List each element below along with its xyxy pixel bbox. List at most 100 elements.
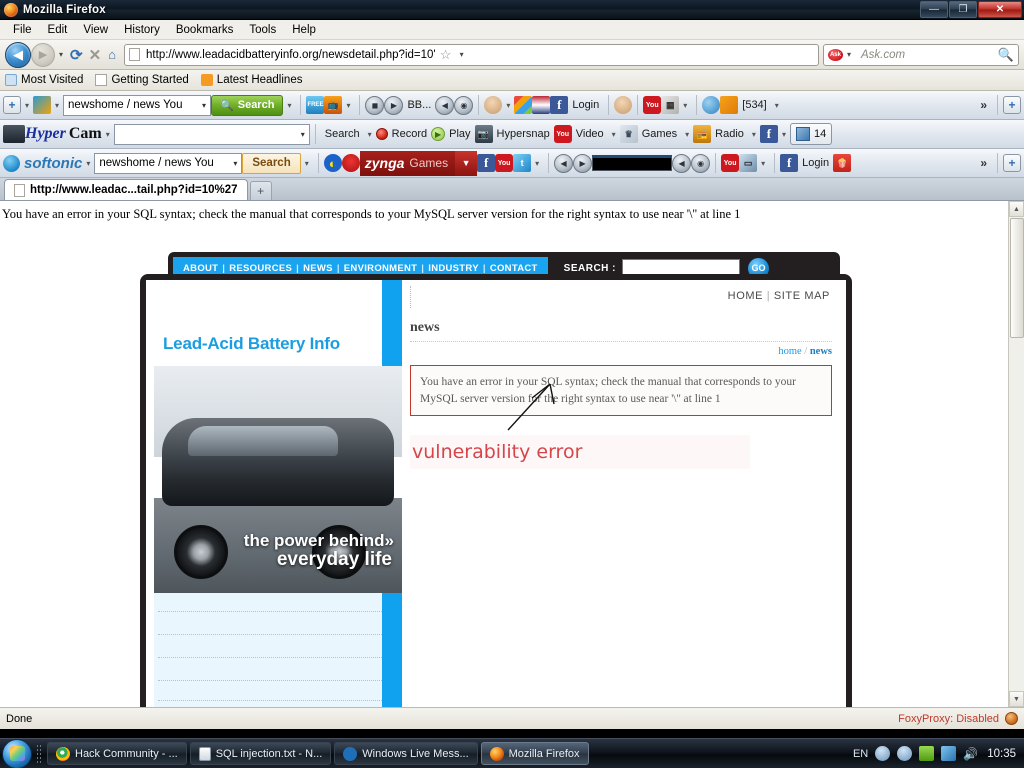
facebook-icon[interactable]: f xyxy=(780,154,799,172)
nav-item-environment[interactable]: ENVIRONMENT xyxy=(344,263,418,274)
toolbar1-search-combo[interactable]: newshome / news You ▾ xyxy=(63,94,212,116)
facebook-icon[interactable]: f xyxy=(477,154,496,172)
language-indicator[interactable]: EN xyxy=(853,748,868,760)
forward-button[interactable]: ▶ xyxy=(31,42,55,67)
chevron-down-icon[interactable]: ▾ xyxy=(346,101,350,110)
chevron-down-icon[interactable]: ▾ xyxy=(305,159,309,168)
youtube-icon[interactable]: You xyxy=(643,96,662,114)
chevron-down-icon[interactable]: ▾ xyxy=(106,130,110,139)
youtube-icon[interactable]: You xyxy=(495,154,514,172)
user-offline-icon[interactable] xyxy=(875,746,891,761)
network-icon[interactable] xyxy=(941,746,957,761)
minimize-button[interactable]: — xyxy=(920,0,948,18)
chevron-down-icon[interactable]: ▾ xyxy=(287,101,291,110)
tv-video-icon[interactable]: ▭ xyxy=(739,154,758,172)
battery-icon[interactable] xyxy=(919,746,935,761)
site-logo[interactable]: Lead-Acid Battery Info xyxy=(163,334,340,354)
toolbar1-search-button[interactable]: 🔍 Search xyxy=(211,94,284,116)
menu-history[interactable]: History xyxy=(117,22,169,38)
twitter-icon[interactable]: t xyxy=(513,154,532,172)
scroll-up-arrow-icon[interactable]: ▲ xyxy=(1009,201,1024,217)
taskbar-item-windows-live-messenger[interactable]: Windows Live Mess... xyxy=(334,742,478,765)
parrot-icon[interactable] xyxy=(33,96,52,114)
foxyproxy-icon[interactable] xyxy=(1005,712,1018,725)
hypersnap-label[interactable]: Hypersnap xyxy=(493,128,554,140)
people-icon[interactable] xyxy=(702,96,721,114)
menu-bookmarks[interactable]: Bookmarks xyxy=(169,22,243,38)
home-icon[interactable]: ⌂ xyxy=(104,47,120,62)
chevron-down-icon[interactable]: ▾ xyxy=(506,101,510,110)
chevron-down-icon[interactable]: ▾ xyxy=(782,130,786,139)
media-prev-icon[interactable]: ◼ xyxy=(365,95,385,115)
toolbar1-plus-button[interactable]: + xyxy=(1003,96,1021,114)
search-icon[interactable]: 🔍 xyxy=(998,47,1014,63)
chevron-down-icon[interactable]: ▾ xyxy=(761,159,765,168)
video-label[interactable]: Video xyxy=(572,128,608,140)
menu-help[interactable]: Help xyxy=(285,22,325,38)
facebook-icon[interactable]: f xyxy=(759,125,778,143)
addon-add-icon[interactable]: + xyxy=(3,96,21,114)
bookmark-latest-headlines[interactable]: Latest Headlines xyxy=(200,74,302,86)
toolbar1-overflow-icon[interactable]: » xyxy=(975,98,992,112)
scroll-down-arrow-icon[interactable]: ▼ xyxy=(1009,691,1024,707)
play-icon[interactable]: ▶ xyxy=(431,127,446,141)
hypercam-search-combo[interactable]: ▾ xyxy=(113,123,310,145)
chevron-down-icon[interactable]: ▾ xyxy=(775,101,779,110)
chevron-down-icon[interactable]: ▾ xyxy=(202,101,206,110)
chevron-down-icon[interactable]: ▾ xyxy=(55,101,59,110)
toolbar3-overflow-icon[interactable]: » xyxy=(975,156,992,170)
chevron-down-icon[interactable]: ▾ xyxy=(535,159,539,168)
search-bar[interactable]: Ask ▾ Ask.com 🔍 xyxy=(823,43,1019,66)
header-link-home[interactable]: HOME xyxy=(728,290,763,302)
hypercam-search-label[interactable]: Search xyxy=(321,128,364,140)
zynga-games-button[interactable]: zynga Games xyxy=(359,150,456,176)
avatar-icon[interactable] xyxy=(614,96,633,114)
flag-icon[interactable] xyxy=(532,96,551,114)
menu-file[interactable]: File xyxy=(6,22,41,38)
chevron-down-icon[interactable]: ▾ xyxy=(368,130,372,139)
youtube-icon[interactable]: You xyxy=(553,125,572,143)
new-tab-button[interactable]: + xyxy=(249,181,272,200)
softonic-brand[interactable]: softonic xyxy=(3,154,82,172)
feed-count-label[interactable]: [534] xyxy=(738,99,770,111)
media-prev-icon[interactable]: ◀ xyxy=(554,153,574,173)
scrollbar-thumb[interactable] xyxy=(1010,218,1024,338)
menu-tools[interactable]: Tools xyxy=(242,22,285,38)
bookmark-getting-started[interactable]: Getting Started xyxy=(95,74,189,86)
hypercam-brand[interactable]: Hyper Cam xyxy=(25,125,102,143)
tv-icon[interactable]: 📺 xyxy=(324,96,343,114)
bookmark-most-visited[interactable]: Most Visited xyxy=(5,74,83,86)
browser-tab[interactable]: http://www.leadac...tail.php?id=10%27 xyxy=(4,179,248,200)
pacman-icon[interactable]: ◐ xyxy=(323,154,342,172)
chevron-down-icon[interactable]: ▾ xyxy=(612,130,616,139)
volume-icon[interactable]: ◀ xyxy=(435,95,455,115)
youtube-icon[interactable]: You xyxy=(721,154,740,172)
reload-icon[interactable]: ⟳ xyxy=(67,46,86,64)
play-label[interactable]: Play xyxy=(445,128,474,140)
grid-apps-icon[interactable] xyxy=(514,96,533,114)
close-button[interactable]: ✕ xyxy=(978,0,1022,18)
foxyproxy-status[interactable]: FoxyProxy: Disabled xyxy=(898,713,999,725)
media-next-icon[interactable]: ▶ xyxy=(573,153,593,173)
nav-item-resources[interactable]: RESOURCES xyxy=(229,263,292,274)
zynga-dropdown-icon[interactable]: ▼ xyxy=(455,150,478,176)
window-count-button[interactable]: 14 xyxy=(789,123,833,145)
popcorn-icon[interactable]: 🍿 xyxy=(833,154,852,172)
stop-icon[interactable]: ✕ xyxy=(86,46,105,64)
header-link-sitemap[interactable]: SITE MAP xyxy=(774,290,830,302)
chevron-down-icon[interactable]: ▾ xyxy=(233,159,237,168)
media-stop-icon[interactable]: ◉ xyxy=(691,153,711,173)
facebook-login-label[interactable]: Login xyxy=(798,157,833,169)
clock[interactable]: 10:35 xyxy=(985,748,1016,760)
ask-icon[interactable]: Ask xyxy=(828,48,843,61)
chevron-down-icon[interactable]: ▾ xyxy=(301,130,305,139)
softonic-search-button[interactable]: Search xyxy=(242,152,301,174)
record-label[interactable]: Record xyxy=(388,128,431,140)
taskbar-item-sql-injection-txt[interactable]: SQL injection.txt - N... xyxy=(189,742,332,765)
menu-edit[interactable]: Edit xyxy=(41,22,77,38)
rss-feed-icon[interactable] xyxy=(720,96,739,114)
games-label[interactable]: Games xyxy=(638,128,681,140)
record-icon[interactable] xyxy=(375,128,388,140)
volume-icon[interactable]: 🔊 xyxy=(963,746,978,761)
back-button[interactable]: ◀ xyxy=(5,41,31,68)
